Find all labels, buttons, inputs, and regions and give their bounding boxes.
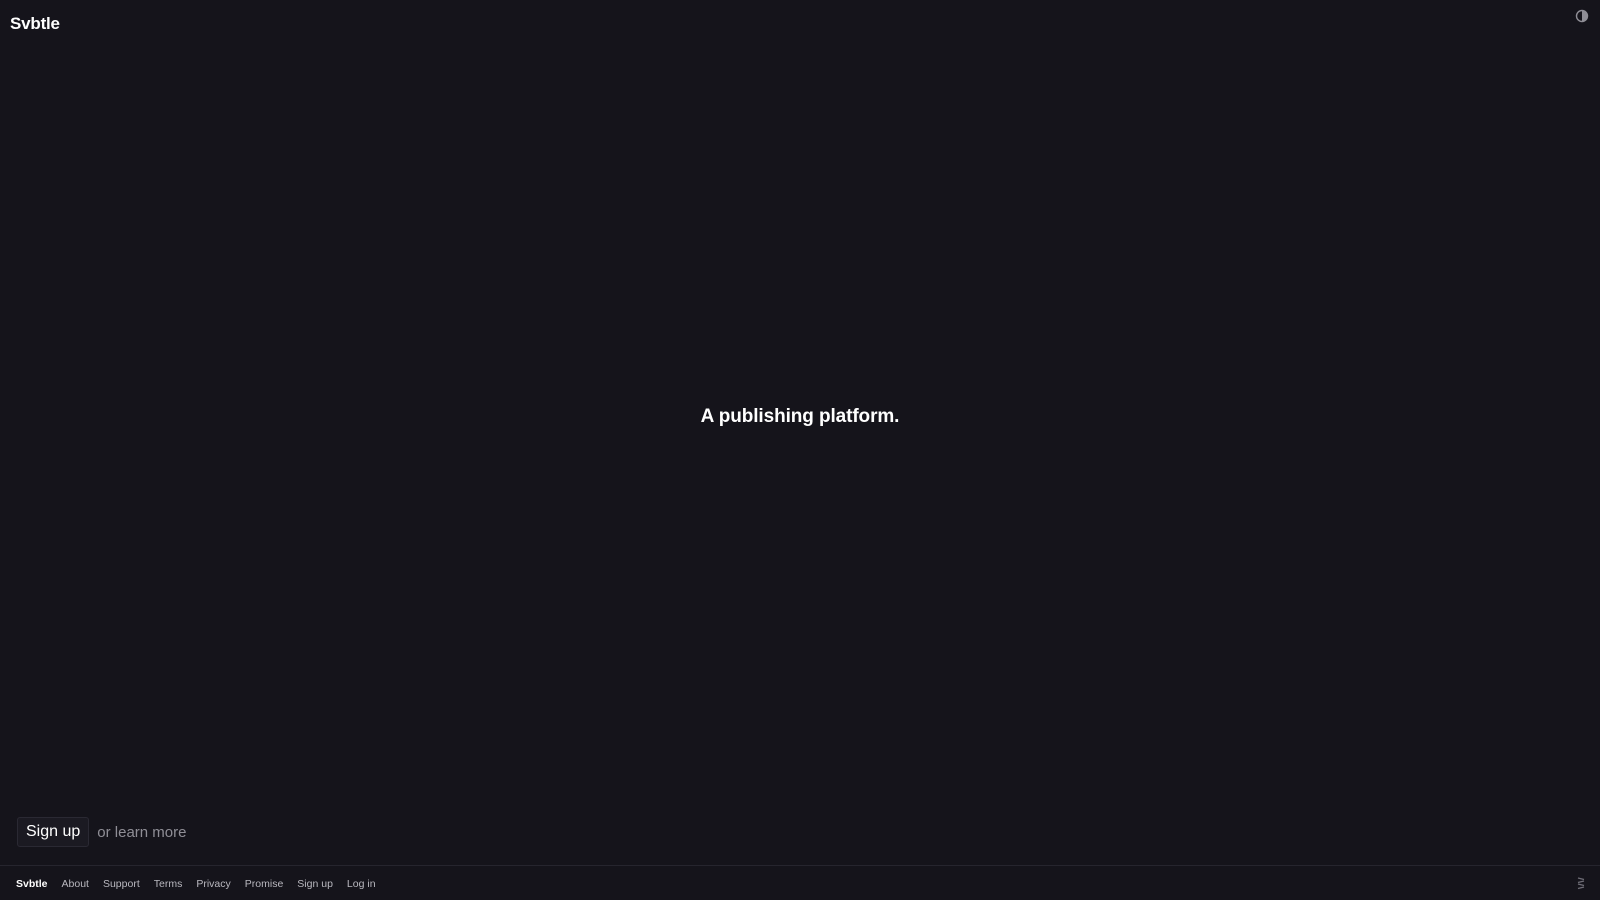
footer-link-promise[interactable]: Promise <box>245 878 284 890</box>
footer-link-terms[interactable]: Terms <box>154 878 183 890</box>
learn-more-link[interactable]: or learn more <box>97 824 186 841</box>
signup-button[interactable]: Sign up <box>17 817 90 847</box>
footer-link-support[interactable]: Support <box>103 878 140 890</box>
footer-nav: Svbtle About Support Terms Privacy Promi… <box>16 878 390 890</box>
page: Svbtle A publishing platform. Sign up or… <box>0 0 1600 900</box>
signup-cta: Sign up or learn more <box>17 817 186 847</box>
brand-link[interactable]: Svbtle <box>10 14 60 34</box>
footer-link-login[interactable]: Log in <box>347 878 376 890</box>
hero-tagline: A publishing platform. <box>700 406 900 427</box>
footer-brand-link[interactable]: Svbtle <box>16 878 48 890</box>
footer-link-signup[interactable]: Sign up <box>297 878 333 890</box>
footer-link-privacy[interactable]: Privacy <box>196 878 230 890</box>
footer-link-about[interactable]: About <box>62 878 89 890</box>
svbtle-logo-icon[interactable] <box>1576 876 1586 890</box>
contrast-icon[interactable] <box>1575 9 1589 23</box>
footer: Svbtle About Support Terms Privacy Promi… <box>0 865 1600 900</box>
